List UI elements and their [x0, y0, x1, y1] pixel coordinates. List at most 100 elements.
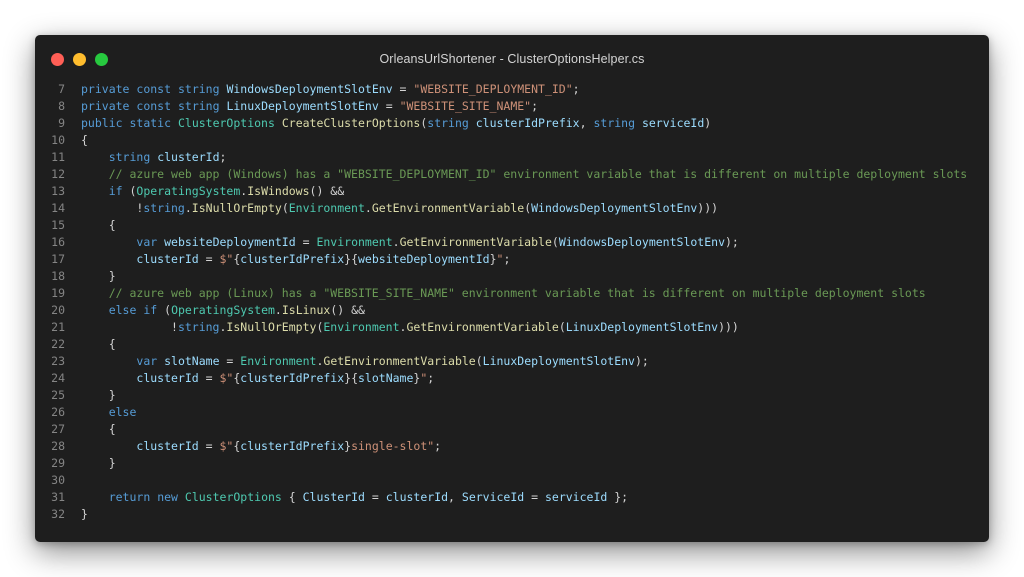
code-token: }{	[344, 252, 358, 266]
code-line[interactable]: 32}	[35, 506, 989, 523]
code-line[interactable]: 31 return new ClusterOptions { ClusterId…	[35, 489, 989, 506]
code-token: }	[81, 507, 88, 521]
code-line[interactable]: 16 var websiteDeploymentId = Environment…	[35, 234, 989, 251]
code-token: =	[219, 354, 241, 368]
line-number: 25	[51, 388, 65, 402]
code-token: private	[81, 99, 130, 113]
code-token: }	[81, 388, 116, 402]
code-line[interactable]: 7 private const string WindowsDeploymentS…	[35, 81, 989, 98]
code-line[interactable]: 26 else	[35, 404, 989, 421]
line-content: else if (OperatingSystem.IsLinux() &&	[65, 302, 365, 319]
code-line[interactable]: 9 public static ClusterOptions CreateClus…	[35, 115, 989, 132]
code-token: !	[81, 201, 144, 215]
code-token: if	[143, 303, 158, 317]
code-line[interactable]: 22 {	[35, 336, 989, 353]
code-line[interactable]: 24 clusterId = $"{clusterIdPrefix}{slotN…	[35, 370, 989, 387]
code-line[interactable]: 29 }	[35, 455, 989, 472]
line-number: 32	[51, 507, 65, 521]
line-content: // azure web app (Linux) has a "WEBSITE_…	[65, 285, 926, 302]
code-token: ClusterId	[302, 490, 365, 504]
line-content: public static ClusterOptions CreateClust…	[65, 115, 711, 132]
code-line[interactable]: 19 // azure web app (Linux) has a "WEBSI…	[35, 285, 989, 302]
code-token: )))	[718, 320, 739, 334]
code-token: );	[634, 354, 649, 368]
code-token: .	[274, 303, 282, 317]
code-token: const	[136, 82, 172, 96]
line-number: 8	[58, 99, 65, 113]
code-token: WindowsDeploymentSlotEnv	[531, 201, 698, 215]
line-content: clusterId = $"{clusterIdPrefix}{slotName…	[65, 370, 434, 387]
code-line[interactable]: 21 !string.IsNullOrEmpty(Environment.Get…	[35, 319, 989, 336]
code-token: IsNullOrEmpty	[226, 320, 317, 334]
code-token: clusterId	[136, 252, 199, 266]
line-content: // azure web app (Windows) has a "WEBSIT…	[65, 166, 968, 183]
line-number: 21	[51, 320, 65, 334]
code-token: WindowsDeploymentSlotEnv	[558, 235, 725, 249]
code-line[interactable]: 8 private const string LinuxDeploymentSlo…	[35, 98, 989, 115]
code-token: Environment	[288, 201, 365, 215]
code-line[interactable]: 15 {	[35, 217, 989, 234]
code-token: () &&	[309, 184, 345, 198]
code-line[interactable]: 20 else if (OperatingSystem.IsLinux() &&	[35, 302, 989, 319]
code-token: Environment	[240, 354, 317, 368]
code-line[interactable]: 30	[35, 472, 989, 489]
line-content: private const string WindowsDeploymentSl…	[65, 81, 580, 98]
code-token: single-slot"	[351, 439, 435, 453]
code-line[interactable]: 18 }	[35, 268, 989, 285]
line-number: 16	[51, 235, 65, 249]
code-token: (	[558, 320, 566, 334]
code-token: "WEBSITE_DEPLOYMENT_ID"	[413, 82, 573, 96]
code-line[interactable]: 11 string clusterId;	[35, 149, 989, 166]
line-content: {	[65, 217, 116, 234]
code-token: websiteDeploymentId	[358, 252, 490, 266]
code-token: LinuxDeploymentSlotEnv	[226, 99, 379, 113]
code-token: clusterId	[157, 150, 220, 164]
code-token: =	[198, 252, 220, 266]
code-line[interactable]: 25 }	[35, 387, 989, 404]
code-token: clusterId	[385, 490, 449, 504]
code-token: // azure web app (Windows) has a "WEBSIT…	[108, 167, 968, 181]
code-token: clusterIdPrefix	[240, 371, 345, 385]
code-token: }	[489, 252, 497, 266]
line-content: string clusterId;	[65, 149, 227, 166]
code-token: );	[725, 235, 739, 249]
code-token: ;	[503, 252, 511, 266]
line-number: 20	[51, 303, 65, 317]
code-line[interactable]: 12 // azure web app (Windows) has a "WEB…	[35, 166, 989, 183]
code-token: var	[136, 235, 158, 249]
code-line[interactable]: 23 var slotName = Environment.GetEnviron…	[35, 353, 989, 370]
code-token: string	[177, 82, 220, 96]
code-line[interactable]: 17 clusterId = $"{clusterIdPrefix}{websi…	[35, 251, 989, 268]
code-token: const	[136, 99, 172, 113]
line-content: clusterId = $"{clusterIdPrefix}single-sl…	[65, 438, 441, 455]
line-number: 29	[51, 456, 65, 470]
line-content: private const string LinuxDeploymentSlot…	[65, 98, 538, 115]
code-token: IsWindows	[247, 184, 310, 198]
code-token: clusterIdPrefix	[240, 252, 345, 266]
code-line[interactable]: 27 {	[35, 421, 989, 438]
code-token: "WEBSITE_SITE_NAME"	[399, 99, 532, 113]
title-bar: OrleansUrlShortener - ClusterOptionsHelp…	[35, 35, 989, 83]
code-editor[interactable]: 7 private const string WindowsDeploymentS…	[35, 81, 989, 523]
code-token: {	[81, 218, 116, 232]
code-token: if	[108, 184, 123, 198]
code-token: (	[475, 354, 483, 368]
code-line[interactable]: 10 {	[35, 132, 989, 149]
code-line[interactable]: 28 clusterId = $"{clusterIdPrefix}single…	[35, 438, 989, 455]
code-token: =	[524, 490, 545, 504]
window-title: OrleansUrlShortener - ClusterOptionsHelp…	[379, 52, 645, 66]
code-token: ClusterOptions	[184, 490, 282, 504]
code-token: LinuxDeploymentSlotEnv	[565, 320, 719, 334]
code-line[interactable]: 14 !string.IsNullOrEmpty(Environment.Get…	[35, 200, 989, 217]
code-line[interactable]: 13 if (OperatingSystem.IsWindows() &&	[35, 183, 989, 200]
code-token: var	[136, 354, 158, 368]
code-token: websiteDeploymentId	[164, 235, 296, 249]
